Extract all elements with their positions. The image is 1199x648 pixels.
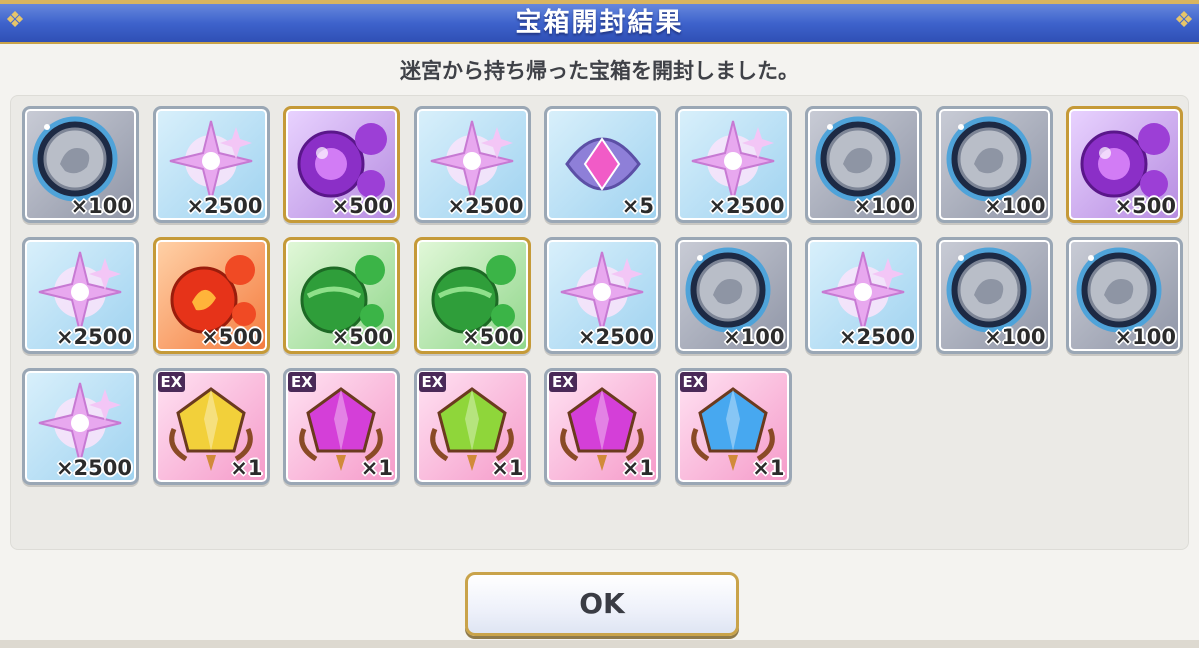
ex-badge: EX	[679, 372, 708, 392]
item-quantity: ×100	[1114, 325, 1176, 349]
reward-item[interactable]: ×500	[1066, 106, 1183, 223]
item-quantity: ×1	[491, 456, 524, 480]
item-quantity: ×100	[70, 194, 132, 218]
item-quantity: ×5	[621, 194, 654, 218]
reward-item[interactable]: ×2500	[22, 368, 139, 485]
ex-badge: EX	[418, 372, 447, 392]
ornament-right-icon: ❖	[1174, 8, 1194, 33]
item-quantity: ×500	[462, 325, 524, 349]
ex-badge: EX	[288, 372, 316, 392]
reward-item[interactable]: ×500	[283, 237, 400, 354]
reward-item[interactable]: ×2500	[413, 106, 531, 223]
reward-item[interactable]: ×500	[152, 237, 270, 354]
reward-item[interactable]: ×100	[805, 106, 922, 223]
reward-item[interactable]: ×100	[674, 237, 792, 354]
reward-item[interactable]: EX ×1	[413, 368, 531, 485]
reward-item[interactable]: ×2500	[544, 237, 661, 354]
reward-item[interactable]: ×100	[22, 106, 139, 223]
item-quantity: ×2500	[55, 456, 132, 480]
dialog-message: 迷宮から持ち帰った宝箱を開封しました。	[400, 59, 799, 83]
item-quantity: ×2500	[708, 194, 785, 218]
reward-item[interactable]: ×500	[413, 237, 531, 354]
reward-item[interactable]: EX ×1	[674, 368, 792, 485]
item-quantity: ×2500	[838, 325, 915, 349]
item-quantity: ×500	[1114, 194, 1176, 218]
reward-item[interactable]: ×100	[935, 237, 1053, 354]
ex-badge: EX	[157, 372, 186, 392]
reward-item[interactable]: EX ×1	[283, 368, 400, 485]
item-quantity: ×2500	[186, 194, 263, 218]
reward-item[interactable]: EX ×1	[152, 368, 270, 485]
item-quantity: ×500	[331, 325, 393, 349]
item-quantity: ×500	[331, 194, 393, 218]
ex-badge: EX	[549, 372, 577, 392]
reward-item[interactable]: ×500	[283, 106, 400, 223]
item-quantity: ×2500	[577, 325, 654, 349]
reward-item[interactable]: ×2500	[152, 106, 270, 223]
item-quantity: ×500	[201, 325, 263, 349]
item-quantity: ×100	[984, 194, 1046, 218]
item-quantity: ×100	[853, 194, 915, 218]
item-quantity: ×1	[360, 456, 393, 480]
item-quantity: ×2500	[55, 325, 132, 349]
reward-item[interactable]: ×100	[935, 106, 1053, 223]
reward-item[interactable]: ×2500	[22, 237, 139, 354]
reward-item[interactable]: ×100	[1066, 237, 1183, 354]
ok-button[interactable]: OK	[465, 572, 739, 636]
dialog-bottom-edge	[0, 640, 1199, 648]
reward-item[interactable]: ×2500	[805, 237, 922, 354]
item-quantity: ×1	[752, 456, 785, 480]
dialog-title: 宝箱開封結果	[515, 8, 684, 38]
item-quantity: ×100	[984, 325, 1046, 349]
reward-item[interactable]: EX ×1	[544, 368, 661, 485]
dialog-title-bar: ❖ 宝箱開封結果 ❖	[0, 0, 1199, 44]
item-quantity: ×100	[723, 325, 785, 349]
item-quantity: ×1	[621, 456, 654, 480]
item-quantity: ×1	[230, 456, 263, 480]
reward-item[interactable]: ×5	[544, 106, 661, 223]
reward-item[interactable]: ×2500	[674, 106, 792, 223]
item-quantity: ×2500	[447, 194, 524, 218]
reward-grid-panel: ×100 ×2500 ×500 ×2500 ×5 ×2500 ×100 ×100 ×500 ×25…	[10, 95, 1189, 550]
